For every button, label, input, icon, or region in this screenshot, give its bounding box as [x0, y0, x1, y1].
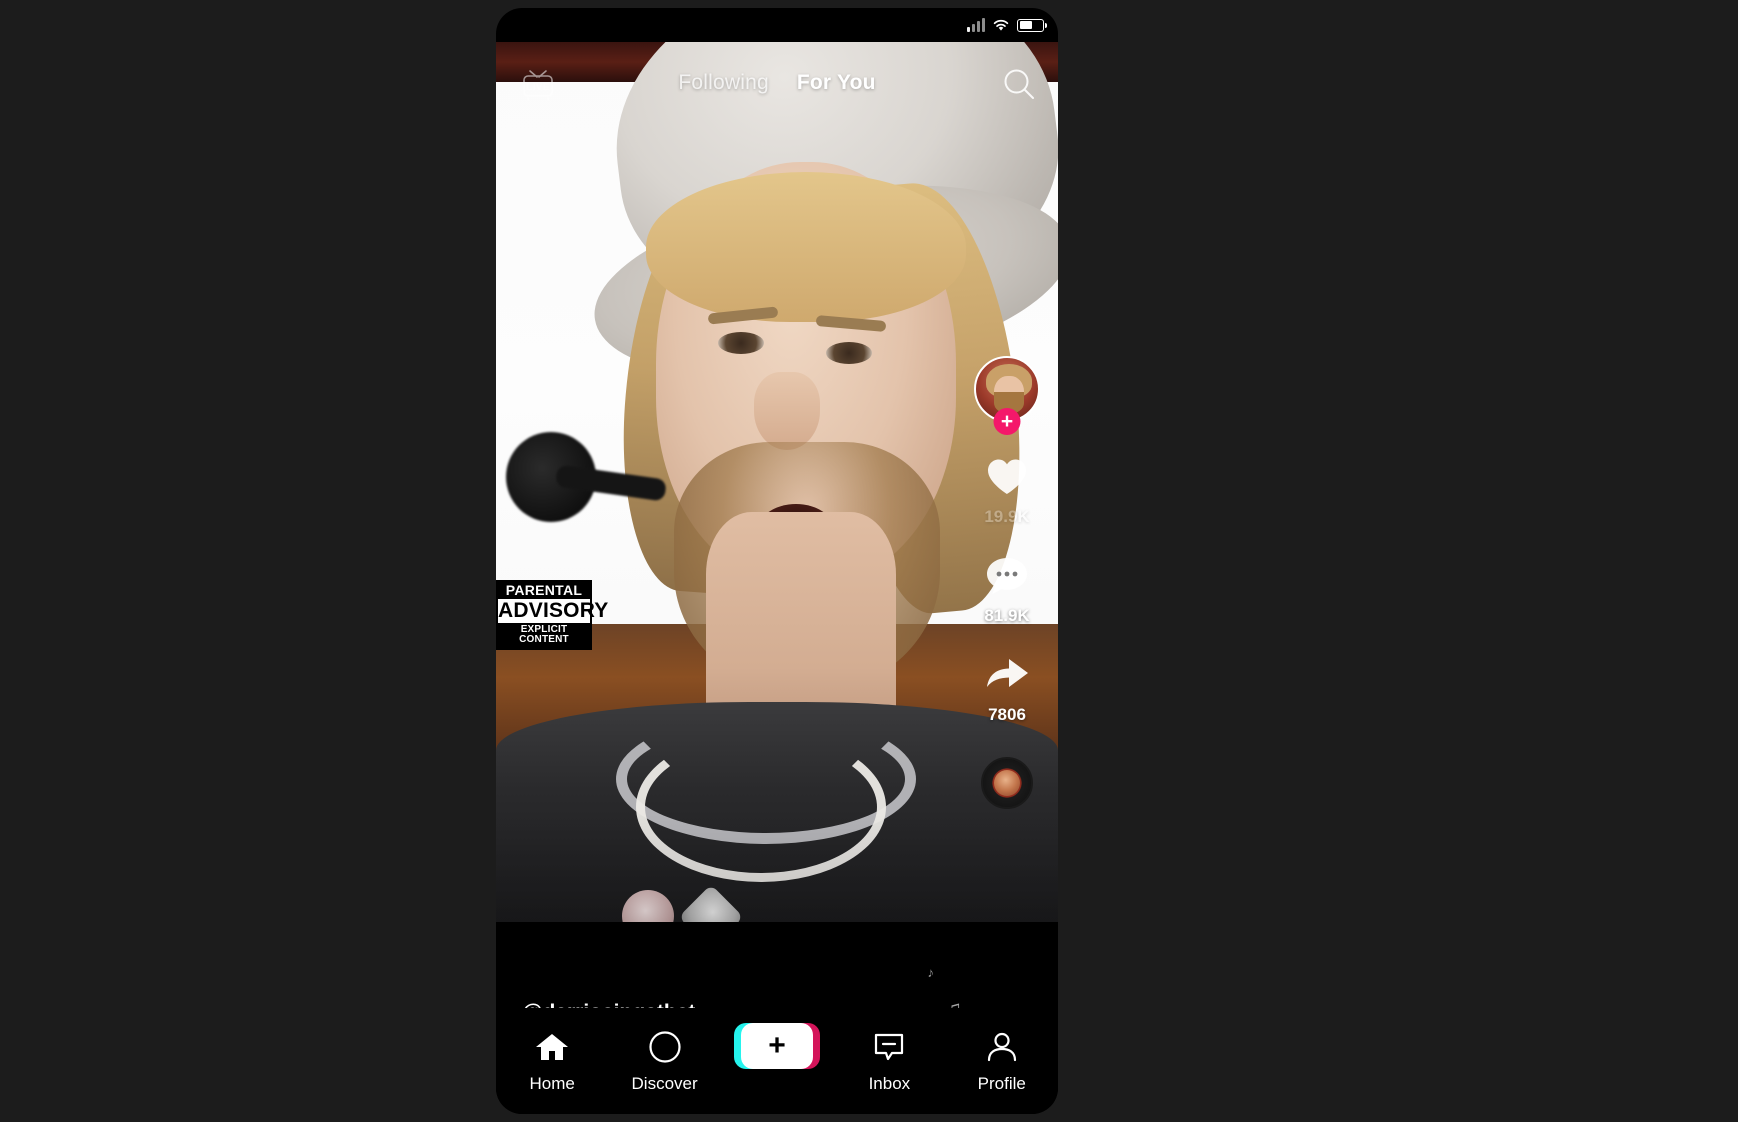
phone-frame: PARENTAL ADVISORY EXPLICIT CONTENT LIVE … [496, 8, 1058, 1114]
share-icon[interactable] [981, 650, 1033, 700]
action-rail: + 19.9K 81.9K 7806 [968, 356, 1046, 809]
avatar[interactable]: + [974, 356, 1040, 435]
svg-text:LIVE: LIVE [526, 82, 550, 93]
tab-following[interactable]: Following [678, 71, 769, 95]
top-navigation: LIVE Following For You [496, 52, 1058, 114]
nav-discover[interactable]: Discover [617, 1026, 713, 1094]
subject-eye-left [718, 332, 764, 354]
wifi-icon [992, 18, 1010, 32]
nav-profile[interactable]: Profile [954, 1026, 1050, 1094]
parental-advisory-badge: PARENTAL ADVISORY EXPLICIT CONTENT [496, 580, 609, 650]
battery-icon [1017, 18, 1047, 32]
compass-icon[interactable] [648, 1026, 682, 1068]
search-icon[interactable] [1000, 65, 1038, 103]
nav-home[interactable]: Home [504, 1026, 600, 1094]
person-icon[interactable] [985, 1026, 1019, 1068]
nav-inbox-label: Inbox [868, 1074, 911, 1093]
comment-button[interactable]: 81.9K [981, 551, 1033, 626]
music-note-floating-2: ♪ [927, 965, 935, 980]
spinning-record-icon[interactable] [981, 757, 1033, 809]
advisory-line-3: EXPLICIT CONTENT [498, 622, 590, 648]
like-count: 19.9K [984, 507, 1030, 526]
advisory-line-2: ADVISORY [498, 598, 609, 623]
inbox-icon[interactable] [872, 1026, 906, 1068]
home-icon[interactable] [535, 1026, 569, 1068]
nav-inbox[interactable]: Inbox [841, 1026, 937, 1094]
comment-icon[interactable] [981, 551, 1033, 601]
screen-root: PARENTAL ADVISORY EXPLICIT CONTENT LIVE … [0, 0, 1738, 1122]
plus-icon: + [768, 1029, 786, 1062]
nav-discover-label: Discover [631, 1074, 698, 1093]
create-video-button[interactable]: + [733, 1023, 820, 1069]
feed-tabs: Following For You [678, 52, 875, 114]
subject-eye-right [826, 342, 872, 364]
share-button[interactable]: 7806 [981, 650, 1033, 725]
cellular-signal-icon [967, 18, 985, 32]
create-button-wrap: + [733, 1023, 820, 1069]
live-tv-icon[interactable]: LIVE [518, 64, 558, 102]
tab-for-you[interactable]: For You [797, 71, 876, 95]
share-count: 7806 [988, 705, 1026, 724]
like-button[interactable]: 19.9K [981, 452, 1033, 527]
bottom-navigation: Home Discover + Inbox Profile [496, 1008, 1058, 1114]
nav-create[interactable]: + [729, 1023, 825, 1074]
comment-count: 81.9K [984, 606, 1030, 625]
subject-hair-fringe [646, 172, 966, 322]
subject-nose [754, 372, 820, 450]
heart-icon[interactable] [981, 452, 1033, 502]
nav-profile-label: Profile [977, 1074, 1026, 1093]
nav-home-label: Home [529, 1074, 575, 1093]
follow-button[interactable]: + [993, 408, 1021, 435]
status-bar [496, 8, 1058, 42]
advisory-line-1: PARENTAL [498, 582, 590, 599]
necklace-pearls [636, 732, 886, 882]
